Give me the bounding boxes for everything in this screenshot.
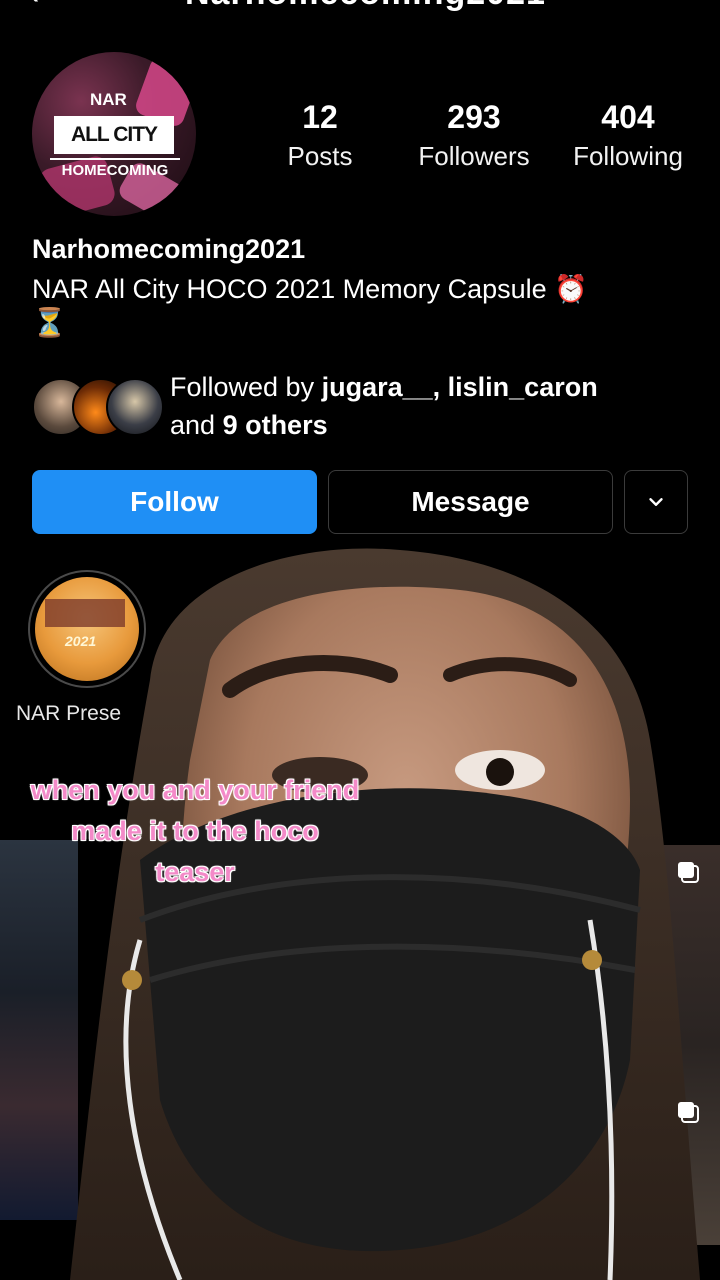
- followers-label: Followers: [418, 141, 530, 171]
- avatar-text-homecoming: HOMECOMING: [50, 158, 180, 179]
- mutual-user-2[interactable]: lislin_caron: [448, 372, 598, 402]
- followed-by-text[interactable]: Followed by jugara__, lislin_caron and 9…: [170, 368, 690, 444]
- carousel-post-icon: [678, 862, 699, 883]
- posts-label: Posts: [287, 141, 353, 171]
- video-person-overlay: [70, 548, 700, 1280]
- profile-avatar[interactable]: NAR ALL CITY HOMECOMING: [32, 52, 196, 216]
- profile-bio: NAR All City HOCO 2021 Memory Capsule ⏰ …: [32, 272, 692, 340]
- carousel-post-icon: [678, 1102, 699, 1123]
- grid-post-thumbnail[interactable]: [0, 840, 78, 1220]
- header-username: Narhomecoming2021: [185, 0, 546, 13]
- top-header: ‹ Narhomecoming2021: [0, 0, 720, 18]
- hourglass-icon: ⏳: [32, 307, 67, 338]
- video-caption: when you and your friend made it to the …: [30, 775, 360, 887]
- profile-name: Narhomecoming2021: [32, 234, 306, 264]
- mutual-avatar: [106, 378, 164, 436]
- stat-posts[interactable]: 12 Posts: [250, 100, 390, 178]
- follow-button[interactable]: Follow: [32, 470, 317, 534]
- mutual-others[interactable]: 9 others: [223, 410, 328, 440]
- followers-count: 293: [447, 99, 501, 135]
- avatar-text-nar: NAR: [90, 90, 127, 109]
- following-count: 404: [601, 99, 655, 135]
- stat-following[interactable]: 404 Following: [558, 100, 698, 178]
- stat-followers[interactable]: 293 Followers: [404, 100, 544, 178]
- chevron-down-icon: [649, 498, 663, 506]
- avatar-text-allcity: ALL CITY: [54, 116, 174, 154]
- posts-count: 12: [302, 99, 338, 135]
- message-button[interactable]: Message: [328, 470, 613, 534]
- mutual-followers-avatars[interactable]: [32, 378, 164, 436]
- mutual-user-1[interactable]: jugara__: [322, 372, 433, 402]
- bio-text: NAR All City HOCO 2021 Memory Capsule ⏰: [32, 274, 588, 304]
- suggested-dropdown-button[interactable]: [624, 470, 688, 534]
- back-arrow-icon[interactable]: ‹: [28, 0, 54, 10]
- following-label: Following: [573, 141, 683, 171]
